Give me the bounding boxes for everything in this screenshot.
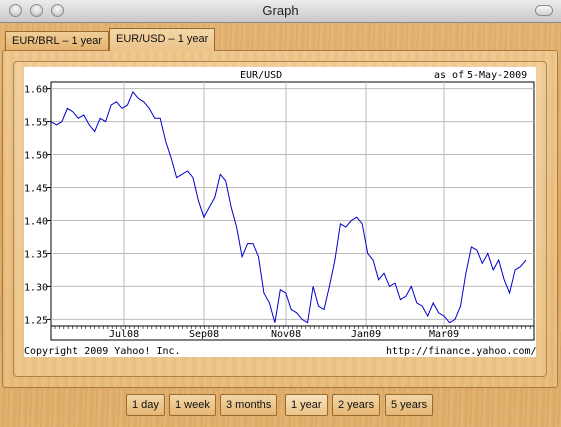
eur-usd-series-line — [50, 90, 527, 324]
range-2-years-button[interactable]: 2 years — [332, 394, 381, 416]
toolbar-toggle-button[interactable] — [535, 5, 553, 16]
x-tick-label: Mar09 — [429, 329, 459, 340]
x-tick-label: Sep08 — [189, 329, 219, 340]
tab-eur-usd[interactable]: EUR/USD – 1 year — [109, 28, 216, 51]
x-tick-label: Jan09 — [351, 329, 381, 340]
x-tick-label: Jul08 — [109, 329, 139, 340]
range-1-day-button[interactable]: 1 day — [126, 394, 165, 416]
y-tick-label: 1.35 — [24, 249, 48, 260]
chart-frame: EUR/USD as of 5-May-2009 1.25 1.30 1.35 1.4… — [13, 61, 547, 377]
y-tick-label: 1.30 — [24, 282, 48, 293]
tab-eur-brl[interactable]: EUR/BRL – 1 year — [5, 31, 110, 51]
chart-as-of-date: 5-May-2009 — [467, 70, 527, 81]
range-5-years-button[interactable]: 5 years — [385, 394, 434, 416]
series-group — [50, 90, 527, 324]
y-tick-label: 1.55 — [24, 118, 48, 129]
window-titlebar: Graph — [0, 0, 561, 23]
grid-lines — [51, 82, 534, 326]
chart-copyright: Copyright 2009 Yahoo! Inc. — [24, 346, 181, 357]
y-tick-label: 1.45 — [24, 184, 48, 195]
chart-source-url: http://finance.yahoo.com/ — [386, 346, 536, 357]
chart-title: EUR/USD — [240, 70, 282, 81]
tab-content-panel: EUR/USD as of 5-May-2009 1.25 1.30 1.35 1.4… — [2, 50, 558, 388]
chart-as-of-label: as of — [434, 70, 464, 81]
x-axis: Jul08 Sep08 Nov08 Jan09 Mar09 — [51, 325, 534, 340]
y-tick-label: 1.40 — [24, 216, 48, 227]
y-tick-label: 1.50 — [24, 151, 48, 162]
y-tick-label: 1.25 — [24, 315, 48, 326]
window-title: Graph — [262, 3, 299, 18]
y-axis: 1.25 1.30 1.35 1.40 1.45 1.50 1.55 1.60 — [24, 85, 51, 326]
eur-usd-chart: EUR/USD as of 5-May-2009 1.25 1.30 1.35 1.4… — [24, 67, 536, 357]
range-3-months-button[interactable]: 3 months — [220, 394, 278, 416]
range-1-year-button[interactable]: 1 year — [285, 394, 328, 416]
y-tick-label: 1.60 — [24, 85, 48, 96]
range-1-week-button[interactable]: 1 week — [169, 394, 216, 416]
x-tick-label: Nov08 — [271, 329, 301, 340]
